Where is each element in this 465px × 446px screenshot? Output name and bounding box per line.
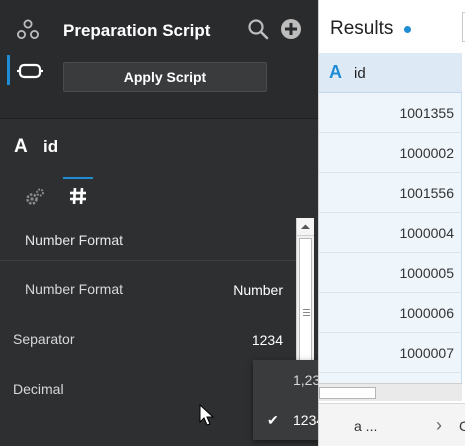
table-cell[interactable]: 1000005	[319, 253, 462, 293]
results-horizontal-scrollbar[interactable]	[319, 383, 462, 401]
table-cell[interactable]: 1000004	[319, 213, 462, 253]
results-status-dot	[404, 26, 411, 33]
table-cell[interactable]: 1000002	[319, 133, 462, 173]
chevron-right-icon[interactable]: ›	[436, 415, 442, 436]
table-cell[interactable]: 1000006	[319, 293, 462, 333]
scroll-up-button[interactable]	[297, 218, 314, 236]
add-circle-icon[interactable]	[280, 18, 302, 40]
section-divider	[0, 260, 296, 261]
grip-line	[303, 312, 310, 313]
results-grid: A id 1001355 1000002 1001556 1000004 100…	[319, 53, 462, 383]
results-panel: Results A id 1001355 1000002 1001556 100…	[318, 0, 465, 446]
decimal-label: Decimal	[13, 381, 64, 397]
text-type-icon: A	[14, 136, 28, 157]
search-icon[interactable]	[247, 18, 269, 40]
grip-line	[303, 315, 310, 316]
table-cell[interactable]: 1001556	[319, 173, 462, 213]
apply-script-button[interactable]: Apply Script	[63, 62, 267, 92]
column-name: id	[43, 137, 59, 156]
panel-title: Preparation Script	[63, 21, 211, 40]
mouse-cursor-icon	[199, 404, 215, 426]
horizontal-scroll-thumb[interactable]	[319, 387, 376, 399]
bottom-source-tab[interactable]: a ... › C	[319, 403, 465, 446]
hash-icon[interactable]	[68, 186, 88, 206]
column-header-id[interactable]: A id	[319, 53, 462, 93]
text-type-icon: A	[329, 62, 342, 82]
separator-label: Separator	[13, 331, 75, 347]
separator-value[interactable]: 1234	[252, 332, 283, 348]
grip-line	[303, 309, 310, 310]
arrow-up-icon	[301, 224, 310, 229]
selected-step-indicator	[7, 55, 10, 85]
bottom-tab-cut-label: C	[459, 418, 465, 434]
table-cell[interactable]: 1001355	[319, 93, 462, 133]
number-tab-indicator	[63, 177, 93, 179]
nodes-icon[interactable]	[16, 19, 40, 41]
script-header	[0, 0, 318, 118]
header-divider	[0, 118, 318, 119]
rename-icon[interactable]	[17, 62, 43, 80]
check-icon: ✔	[267, 411, 279, 428]
table-cell[interactable]: 1000007	[319, 333, 462, 373]
bottom-tab-label: a ...	[354, 418, 378, 434]
gears-icon[interactable]	[24, 187, 46, 207]
number-format-value[interactable]: Number	[233, 282, 283, 298]
column-header-label: id	[354, 65, 366, 82]
results-title: Results	[330, 18, 394, 39]
section-title: Number Format	[25, 232, 124, 248]
number-format-label: Number Format	[25, 281, 124, 297]
